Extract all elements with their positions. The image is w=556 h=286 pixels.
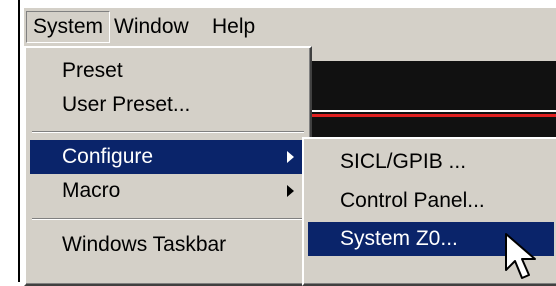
menu-item-user-preset[interactable]: User Preset... — [30, 88, 306, 122]
submenu-item-sicl-gpib[interactable]: SICL/GPIB ... — [308, 145, 554, 179]
submenu-item-control-panel[interactable]: Control Panel... — [308, 184, 554, 218]
menu-item-macro[interactable]: Macro — [30, 174, 306, 208]
menu-window[interactable]: Window — [108, 12, 195, 42]
system-menu: Preset User Preset... Configure Macro Wi… — [24, 46, 312, 286]
menu-system[interactable]: System — [26, 11, 111, 43]
menu-item-windows-taskbar[interactable]: Windows Taskbar — [30, 228, 306, 262]
submenu-arrow-icon — [287, 151, 294, 163]
window-left-edge — [18, 0, 20, 282]
menu-item-configure-label: Configure — [62, 145, 154, 168]
mouse-pointer-icon — [505, 233, 536, 279]
menu-separator — [32, 218, 304, 220]
menu-separator — [32, 131, 304, 133]
menu-item-configure[interactable]: Configure — [30, 140, 306, 174]
menu-item-macro-label: Macro — [62, 179, 121, 202]
menu-item-preset[interactable]: Preset — [30, 54, 306, 88]
menu-help[interactable]: Help — [206, 12, 261, 42]
display-trace-red — [305, 114, 556, 117]
display-trace-white — [305, 110, 556, 112]
menu-bar: System Window Help — [24, 8, 556, 46]
submenu-arrow-icon — [287, 185, 294, 197]
